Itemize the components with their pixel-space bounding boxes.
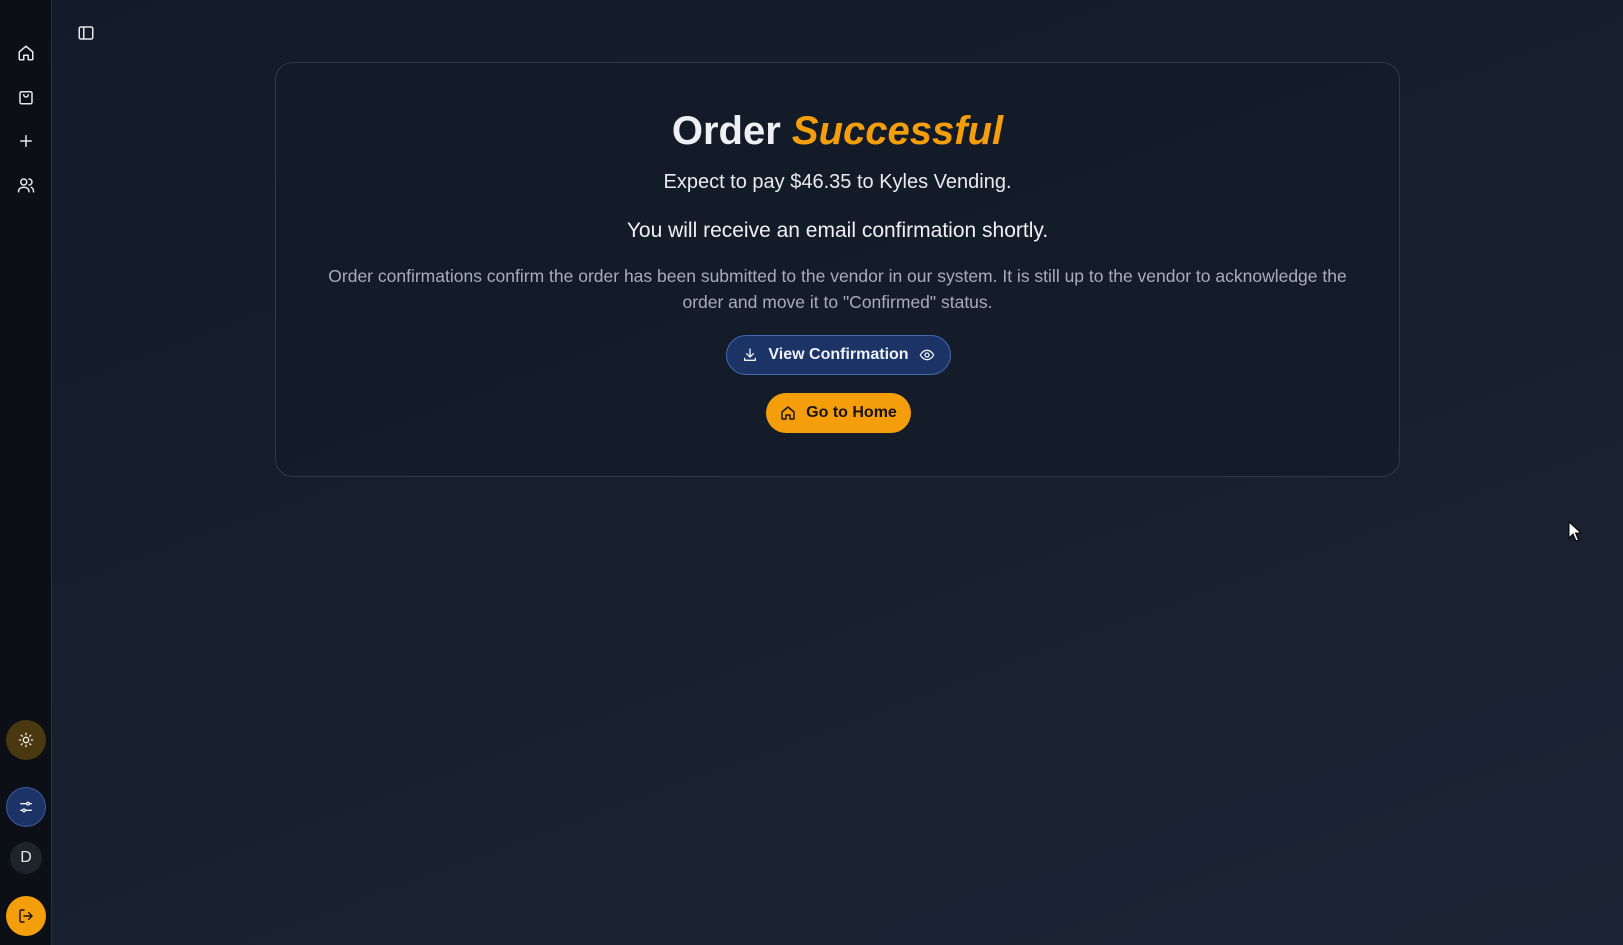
sliders-icon [18, 799, 34, 815]
go-to-home-button[interactable]: Go to Home [766, 393, 911, 433]
shopping-bag-icon[interactable] [15, 86, 37, 108]
sun-icon [18, 732, 34, 748]
title-accent: Successful [791, 109, 1004, 153]
home-icon[interactable] [15, 42, 37, 64]
mouse-cursor-icon [1568, 521, 1582, 542]
settings-filters-button[interactable] [6, 787, 46, 827]
download-icon [742, 347, 758, 363]
confirmation-note: Order confirmations confirm the order ha… [328, 266, 1347, 312]
email-confirmation-text: You will receive an email confirmation s… [626, 219, 1049, 242]
view-confirmation-label: View Confirmation [768, 346, 909, 363]
panel-left-icon [77, 24, 95, 42]
title-main: Order [671, 109, 781, 153]
payment-amount-text: Expect to pay $46.35 to Kyles Vending. [663, 171, 1012, 193]
users-icon[interactable] [15, 174, 37, 196]
page-title: Order Successful [276, 107, 1399, 155]
home-icon [780, 405, 796, 421]
view-confirmation-button[interactable]: View Confirmation [726, 335, 951, 375]
avatar-initial: D [20, 849, 32, 866]
avatar[interactable]: D [10, 842, 42, 874]
plus-icon[interactable] [15, 130, 37, 152]
go-to-home-label: Go to Home [806, 404, 897, 421]
logout-icon [18, 908, 34, 924]
logout-button[interactable] [6, 896, 46, 936]
sidebar-toggle-button[interactable] [76, 23, 96, 43]
theme-toggle-button[interactable] [6, 720, 46, 760]
eye-icon [919, 347, 935, 363]
order-success-card: Order Successful Expect to pay $46.35 to… [275, 62, 1400, 477]
sidebar: D [0, 0, 52, 945]
